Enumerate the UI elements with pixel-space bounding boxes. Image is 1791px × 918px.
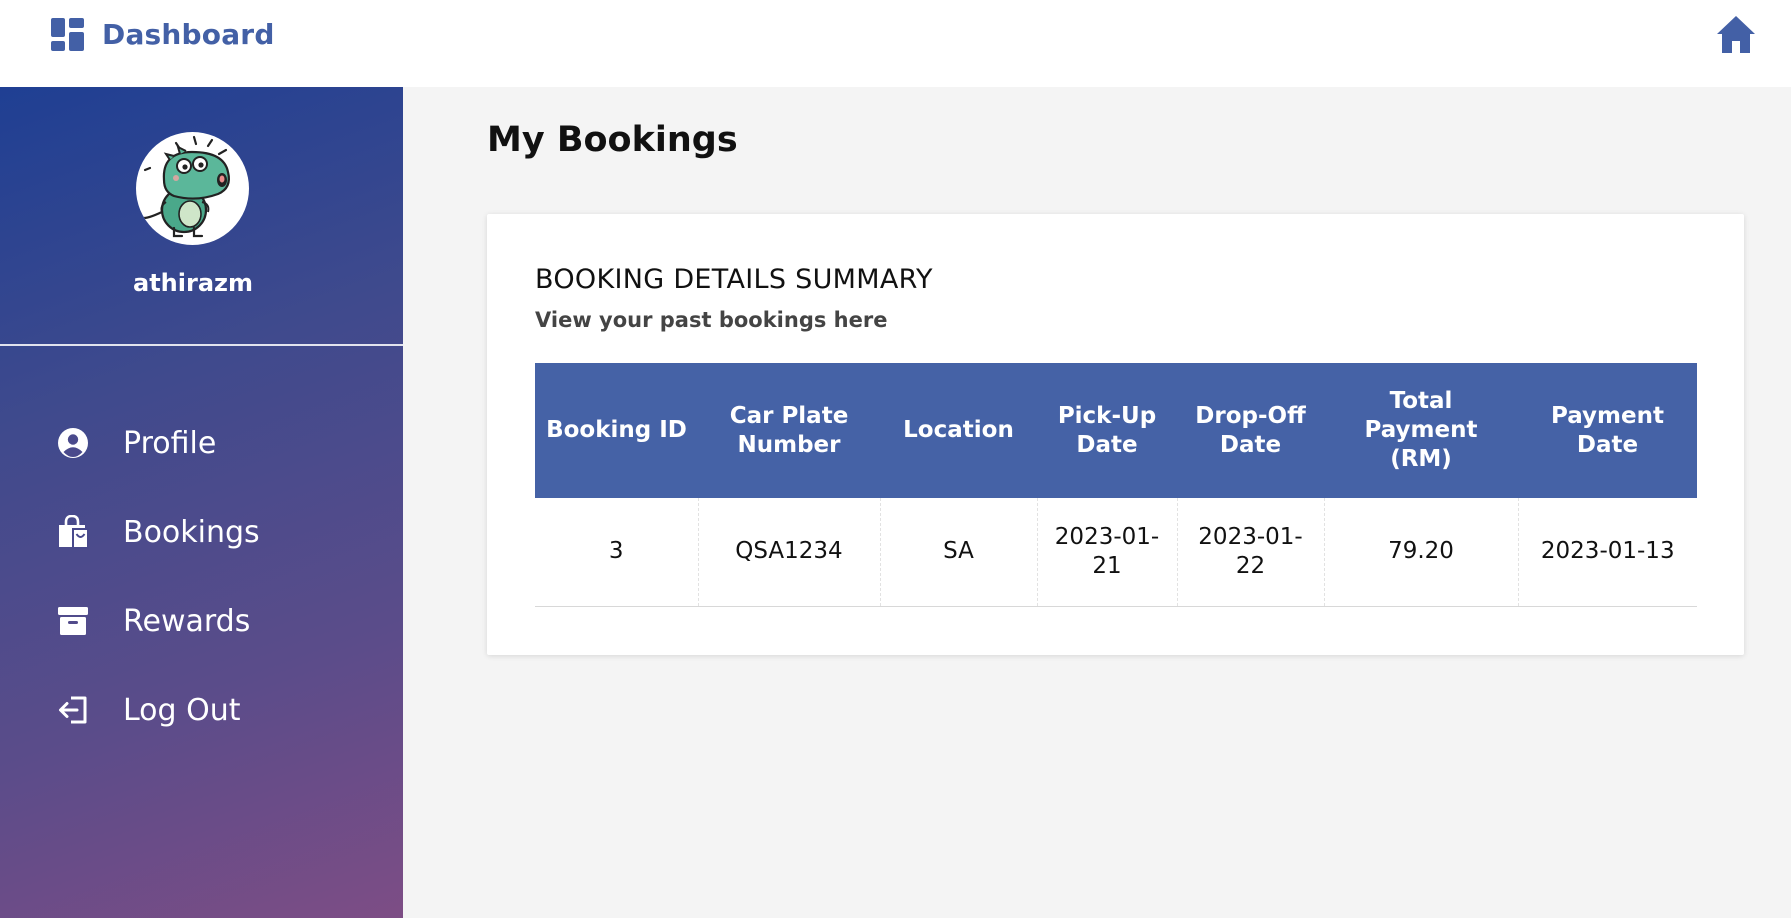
card-title: BOOKING DETAILS SUMMARY: [535, 264, 933, 295]
column-header-location: Location: [880, 363, 1037, 498]
column-header-total-payment: Total Payment (RM): [1324, 363, 1518, 498]
dashboard-grid-icon: [51, 17, 84, 51]
sidebar-item-rewards[interactable]: Rewards: [56, 599, 250, 643]
archive-box-icon: [56, 604, 90, 638]
top-bar: Dashboard: [0, 0, 1791, 87]
sidebar-divider: [0, 344, 403, 346]
username: athirazm: [133, 269, 253, 297]
column-header-car-plate: Car Plate Number: [698, 363, 880, 498]
sidebar-item-bookings[interactable]: Bookings: [56, 510, 260, 554]
page-title: My Bookings: [487, 120, 738, 160]
home-icon: [1715, 13, 1757, 55]
column-header-booking-id: Booking ID: [535, 363, 698, 498]
user-circle-icon: [56, 426, 90, 460]
bookings-table: Booking ID Car Plate Number Location Pic…: [535, 363, 1697, 607]
shopping-bag-icon: [56, 515, 90, 549]
logout-icon: [56, 693, 90, 727]
cell-total-payment: 79.20: [1323, 498, 1518, 607]
dashboard-brand[interactable]: Dashboard: [51, 14, 275, 54]
column-header-pickup-date: Pick-Up Date: [1037, 363, 1177, 498]
card-subtitle: View your past bookings here: [535, 308, 888, 332]
sidebar-item-label: Log Out: [123, 692, 241, 728]
sidebar-item-label: Rewards: [123, 603, 251, 639]
sidebar-item-profile[interactable]: Profile: [56, 421, 216, 465]
booking-summary-card: BOOKING DETAILS SUMMARY View your past b…: [487, 214, 1744, 655]
cell-dropoff-date: 2023-01-22: [1176, 498, 1324, 607]
cell-location: SA: [879, 498, 1037, 607]
cell-car-plate: QSA1234: [697, 498, 880, 607]
column-header-payment-date: Payment Date: [1518, 363, 1697, 498]
sidebar: athirazm Profile Bookings Rewards Log Ou…: [0, 87, 403, 918]
home-button[interactable]: [1715, 13, 1757, 55]
table-header-row: Booking ID Car Plate Number Location Pic…: [535, 363, 1697, 498]
sidebar-item-label: Profile: [123, 425, 217, 461]
sidebar-item-label: Bookings: [123, 514, 260, 550]
cell-pickup-date: 2023-01-21: [1036, 498, 1177, 607]
dashboard-title: Dashboard: [102, 17, 275, 51]
cell-booking-id: 3: [535, 498, 698, 607]
sidebar-item-logout[interactable]: Log Out: [56, 688, 241, 732]
column-header-dropoff-date: Drop-Off Date: [1177, 363, 1324, 498]
avatar: [136, 132, 249, 245]
table-row: 3 QSA1234 SA 2023-01-21 2023-01-22 79.20…: [535, 498, 1697, 607]
cell-payment-date: 2023-01-13: [1517, 498, 1697, 607]
